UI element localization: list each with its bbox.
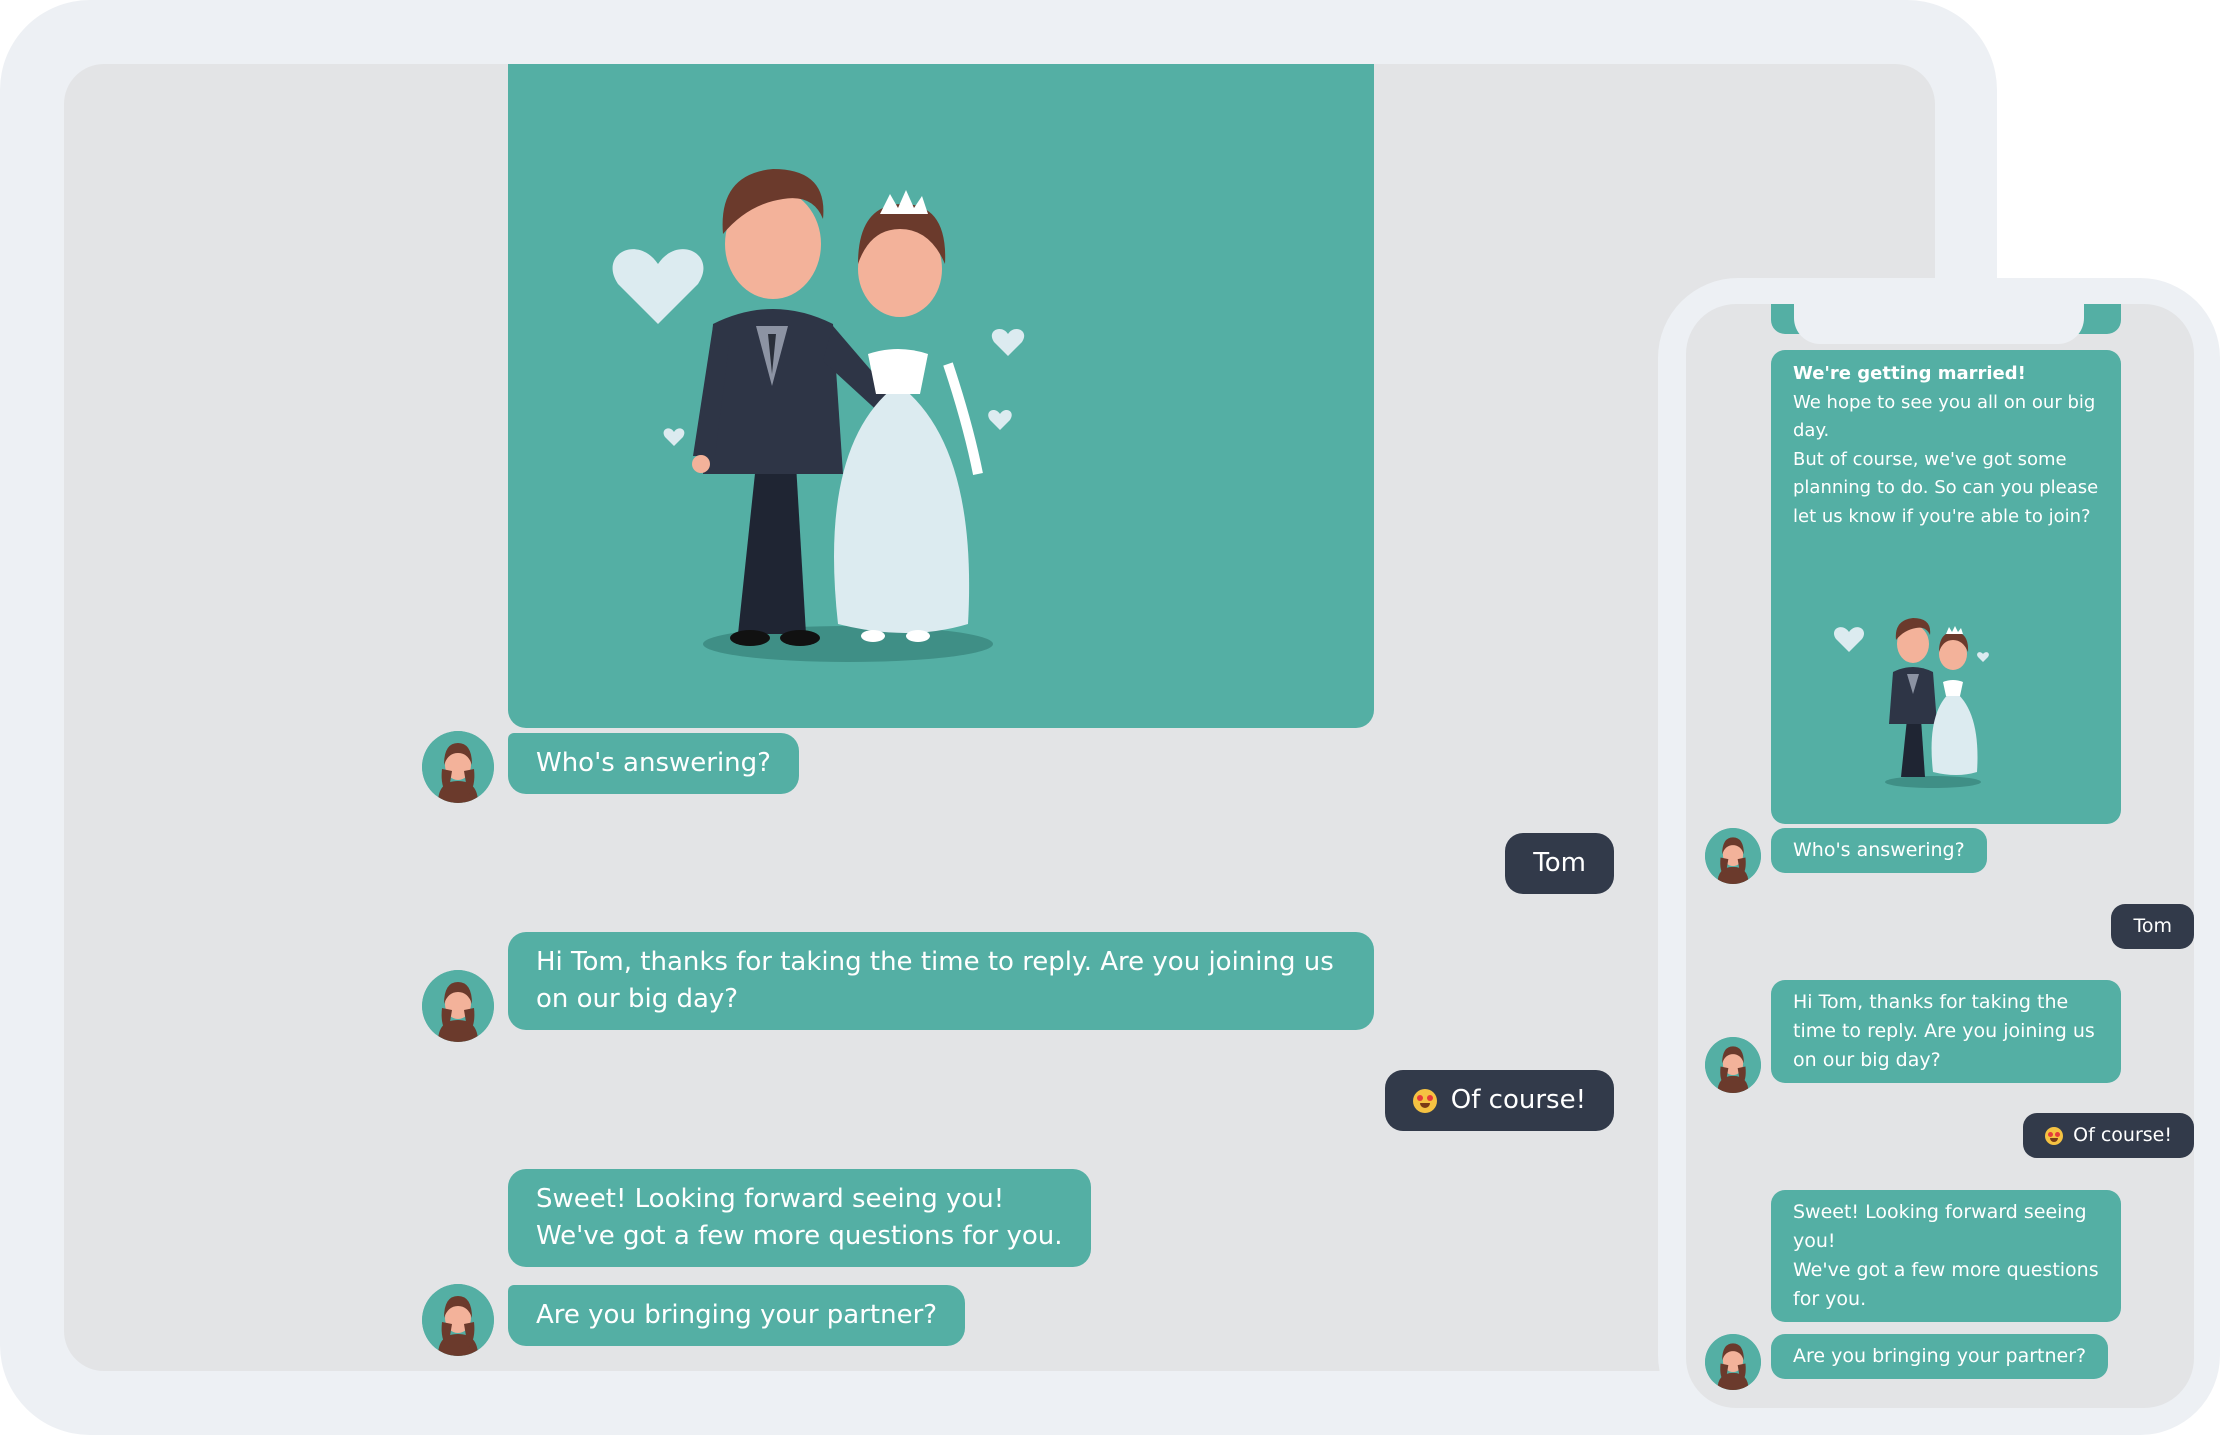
bot-message-joining-question: Hi Tom, thanks for taking the time to re…	[508, 932, 1374, 1030]
smiling-face-with-heart-eyes-icon	[2045, 1126, 2064, 1145]
bot-message-partner-question: Are you bringing your partner?	[508, 1285, 966, 1346]
bot-message-intro: We're getting married! We hope to see yo…	[1771, 350, 2121, 824]
intro-line: But of course, we've got some planning t…	[1793, 448, 2099, 527]
tablet-chat-screen[interactable]: Who's answering? Tom Hi Tom, thanks for …	[64, 64, 1935, 1371]
message-line: We've got a few more questions for you.	[536, 1221, 1063, 1251]
intro-title: We're getting married!	[1793, 363, 2026, 384]
bride-avatar	[422, 1284, 494, 1356]
user-reply-of-course: Of course!	[2023, 1113, 2194, 1158]
bot-message-whos-answering: Who's answering?	[508, 733, 799, 794]
user-reply-tom: Tom	[1505, 833, 1614, 894]
intro-line: We hope to see you all on our big day.	[1793, 391, 2096, 442]
reply-text: Of course!	[2073, 1124, 2172, 1146]
bot-message-whos-answering: Who's answering?	[1771, 828, 1987, 873]
bride-avatar	[1705, 1037, 1761, 1093]
message-line: Sweet! Looking forward seeing you!	[1793, 1201, 2087, 1252]
user-reply-tom: Tom	[2111, 904, 2194, 949]
bride-avatar	[422, 731, 494, 803]
reply-text: Of course!	[1450, 1085, 1586, 1115]
message-line: We've got a few more questions for you.	[1793, 1259, 2099, 1310]
phone-chat-screen[interactable]: We're getting married! We hope to see yo…	[1686, 304, 2194, 1408]
bot-message-sweet: Sweet! Looking forward seeing you! We've…	[1771, 1190, 2121, 1322]
wedding-couple-illustration	[508, 64, 1374, 728]
bride-avatar	[1705, 828, 1761, 884]
smiling-face-with-heart-eyes-icon	[1412, 1088, 1437, 1113]
bot-message-joining-question: Hi Tom, thanks for taking the time to re…	[1771, 980, 2121, 1083]
bride-avatar	[1705, 1334, 1761, 1390]
message-line: Sweet! Looking forward seeing you!	[536, 1184, 1005, 1214]
phone-notch	[1794, 304, 2084, 344]
wedding-couple-illustration	[1821, 572, 2061, 812]
bot-message-partner-question: Are you bringing your partner?	[1771, 1334, 2109, 1379]
user-reply-of-course: Of course!	[1384, 1070, 1614, 1131]
bot-message-sweet: Sweet! Looking forward seeing you! We've…	[508, 1169, 1091, 1267]
bride-avatar	[422, 970, 494, 1042]
